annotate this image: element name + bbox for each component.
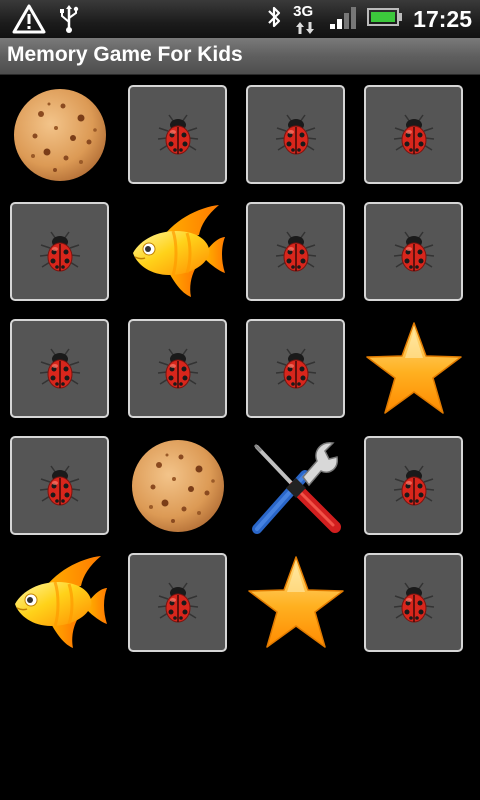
notification-icons (12, 4, 80, 38)
memory-card-hidden[interactable] (246, 202, 345, 301)
signal-icon (329, 4, 357, 34)
memory-card-hidden[interactable] (10, 436, 109, 535)
ladybug-icon (390, 579, 438, 627)
tools-icon (247, 437, 345, 535)
app-title: Memory Game For Kids (7, 43, 243, 66)
network-3g-icon: 3G (293, 3, 319, 35)
ladybug-icon (154, 345, 202, 393)
star-icon (247, 554, 345, 652)
memory-card-revealed[interactable] (128, 436, 227, 535)
memory-card-revealed[interactable] (128, 202, 227, 301)
memory-card-revealed[interactable] (246, 553, 345, 652)
ladybug-icon (154, 579, 202, 627)
memory-card-revealed[interactable] (10, 553, 109, 652)
memory-card-revealed[interactable] (364, 319, 463, 418)
memory-card-hidden[interactable] (364, 436, 463, 535)
ladybug-icon (390, 111, 438, 159)
star-icon (365, 320, 463, 418)
memory-card-revealed[interactable] (246, 436, 345, 535)
ladybug-icon (154, 111, 202, 159)
memory-card-hidden[interactable] (128, 319, 227, 418)
memory-card-hidden[interactable] (246, 319, 345, 418)
ladybug-icon (390, 462, 438, 510)
memory-card-hidden[interactable] (364, 85, 463, 184)
ladybug-icon (272, 345, 320, 393)
system-icons: 3G 17:25 (265, 2, 472, 36)
ladybug-icon (36, 462, 84, 510)
title-bar: Memory Game For Kids (0, 38, 480, 75)
memory-card-hidden[interactable] (128, 553, 227, 652)
ladybug-icon (36, 228, 84, 276)
ladybug-icon (36, 345, 84, 393)
status-bar: 3G 17:25 (0, 0, 480, 38)
clock: 17:25 (413, 5, 472, 32)
memory-card-hidden[interactable] (246, 85, 345, 184)
memory-card-hidden[interactable] (128, 85, 227, 184)
cookie-icon (11, 86, 109, 184)
ladybug-icon (272, 228, 320, 276)
network-label: 3G (293, 3, 314, 20)
fish-icon (129, 203, 227, 301)
cookie-icon (129, 437, 227, 535)
memory-card-revealed[interactable] (10, 85, 109, 184)
fish-icon (11, 554, 109, 652)
bluetooth-icon (265, 3, 283, 35)
memory-card-hidden[interactable] (364, 202, 463, 301)
memory-card-hidden[interactable] (364, 553, 463, 652)
usb-icon (58, 4, 80, 38)
ladybug-icon (272, 111, 320, 159)
memory-card-hidden[interactable] (10, 202, 109, 301)
memory-card-hidden[interactable] (10, 319, 109, 418)
alert-icon (12, 4, 46, 38)
battery-icon (367, 7, 403, 31)
game-board (10, 85, 470, 655)
ladybug-icon (390, 228, 438, 276)
